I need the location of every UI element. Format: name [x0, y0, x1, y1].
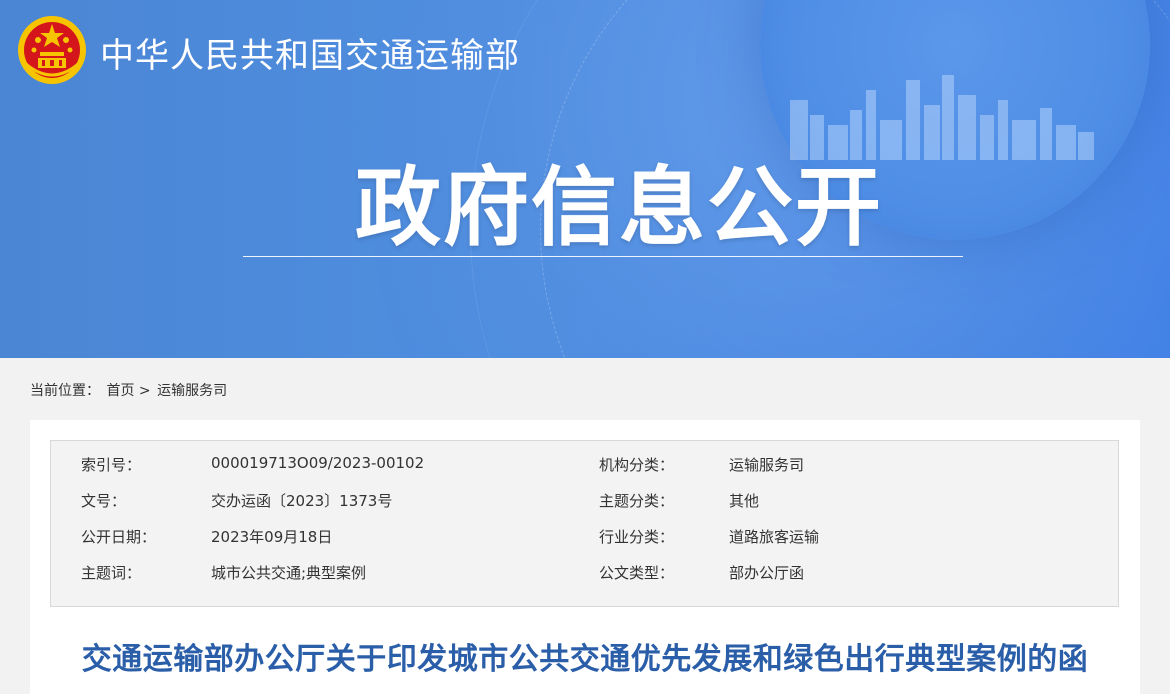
metadata-key: 公文类型：	[599, 564, 675, 582]
metadata-value: 交办运函〔2023〕1373号	[211, 492, 393, 510]
main-content: 索引号： 000019713O09/2023-00102 机构分类： 运输服务司…	[30, 420, 1140, 694]
metadata-value: 其他	[729, 492, 760, 510]
city-skyline-graphic	[790, 75, 1094, 160]
document-metadata-table: 索引号： 000019713O09/2023-00102 机构分类： 运输服务司…	[50, 440, 1119, 607]
site-title[interactable]: 中华人民共和国交通运输部	[100, 28, 520, 77]
breadcrumb-label: 当前位置：	[30, 383, 100, 399]
metadata-value: 道路旅客运输	[729, 528, 820, 546]
breadcrumb-separator: >	[138, 383, 151, 399]
metadata-key: 主题词：	[81, 564, 142, 582]
metadata-value: 城市公共交通;典型案例	[211, 564, 367, 582]
metadata-key: 文号：	[81, 492, 127, 510]
metadata-key: 机构分类：	[599, 456, 675, 474]
metadata-key: 主题分类：	[599, 492, 675, 510]
national-emblem-icon	[18, 16, 86, 84]
metadata-value: 2023年09月18日	[211, 528, 333, 546]
metadata-key: 公开日期：	[81, 528, 157, 546]
breadcrumb-home-link[interactable]: 首页	[106, 383, 134, 399]
breadcrumb-department-link[interactable]: 运输服务司	[157, 383, 227, 399]
metadata-row: 公开日期： 2023年09月18日 行业分类： 道路旅客运输	[51, 517, 1118, 553]
metadata-value: 000019713O09/2023-00102	[211, 454, 425, 472]
document-title: 交通运输部办公厅关于印发城市公共交通优先发展和绿色出行典型案例的函	[81, 642, 1089, 677]
metadata-value: 部办公厅函	[729, 564, 805, 582]
metadata-key: 索引号：	[81, 456, 142, 474]
metadata-key: 行业分类：	[599, 528, 675, 546]
metadata-value: 运输服务司	[729, 456, 805, 474]
breadcrumb: 当前位置： 首页 > 运输服务司	[30, 380, 227, 400]
section-title: 政府信息公开	[355, 158, 883, 258]
metadata-row: 文号： 交办运函〔2023〕1373号 主题分类： 其他	[51, 481, 1118, 517]
metadata-row: 主题词： 城市公共交通;典型案例 公文类型： 部办公厅函	[51, 553, 1118, 589]
header-banner: 中华人民共和国交通运输部 政府信息公开	[0, 0, 1170, 358]
title-underline	[243, 256, 963, 257]
metadata-row: 索引号： 000019713O09/2023-00102 机构分类： 运输服务司	[51, 445, 1118, 481]
